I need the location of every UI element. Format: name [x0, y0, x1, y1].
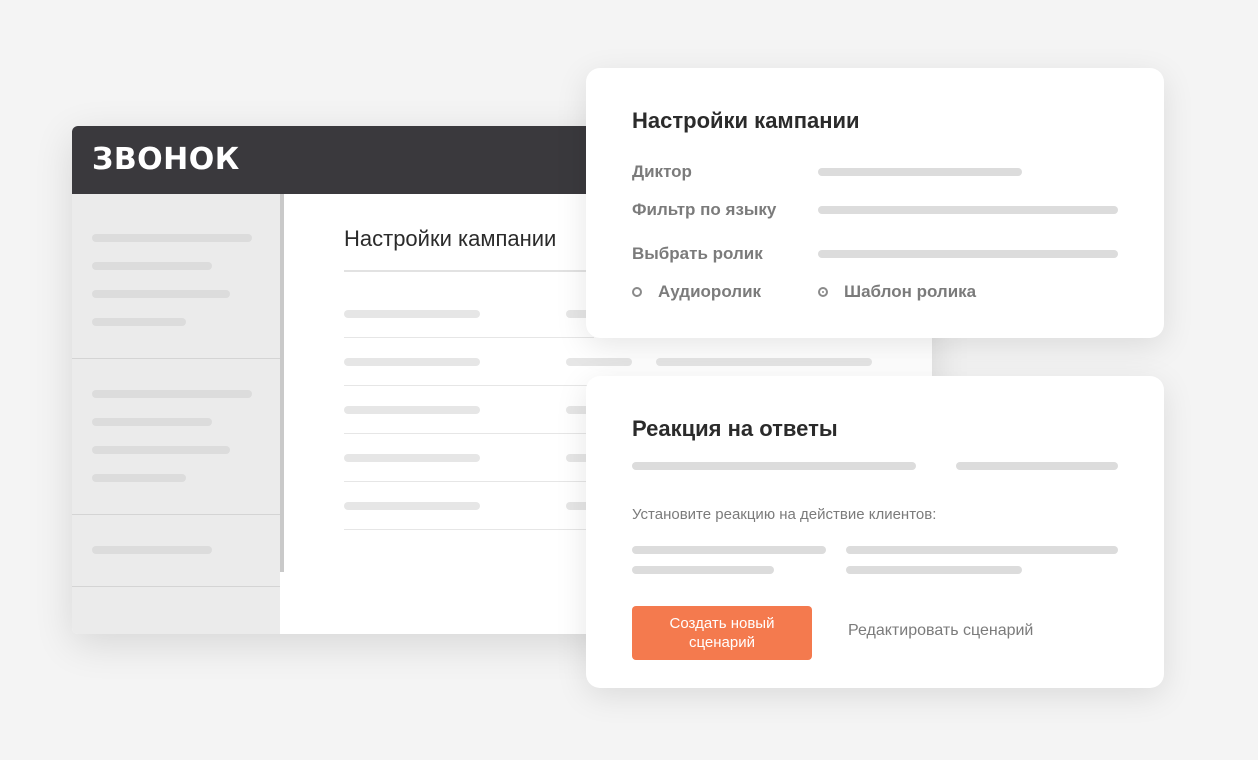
- sidebar-item-placeholder[interactable]: [92, 390, 252, 398]
- row-placeholder: [344, 310, 480, 318]
- campaign-settings-title: Настройки кампании: [632, 108, 860, 133]
- reaction-placeholder: [632, 546, 826, 554]
- row-placeholder: [344, 358, 480, 366]
- page-title: Настройки кампании: [344, 226, 557, 251]
- row-placeholder: [344, 502, 480, 510]
- responses-title: Реакция на ответы: [632, 416, 838, 441]
- row-placeholder: [566, 358, 632, 366]
- clip-template-radio[interactable]: [818, 287, 828, 297]
- title-underline: [344, 270, 594, 272]
- language-filter-label: Фильтр по языку: [632, 200, 777, 219]
- sidebar-item-placeholder[interactable]: [92, 290, 230, 298]
- sidebar-divider: [72, 586, 280, 587]
- row-divider: [344, 337, 594, 338]
- choose-clip-label: Выбрать ролик: [632, 244, 763, 263]
- row-divider: [344, 481, 594, 482]
- sidebar-item-placeholder[interactable]: [92, 474, 186, 482]
- responses-card: Реакция на ответы Установите реакцию на …: [586, 376, 1164, 688]
- audio-clip-radio[interactable]: [632, 287, 642, 297]
- sidebar-item-placeholder[interactable]: [92, 418, 212, 426]
- create-scenario-button[interactable]: Создать новый сценарий: [632, 606, 812, 660]
- row-divider: [344, 529, 594, 530]
- responses-placeholder: [632, 462, 916, 470]
- audio-clip-label[interactable]: Аудиоролик: [658, 282, 761, 302]
- row-placeholder: [344, 454, 480, 462]
- responses-placeholder: [956, 462, 1118, 470]
- sidebar: [72, 194, 280, 634]
- row-placeholder: [656, 358, 872, 366]
- row-divider: [344, 385, 594, 386]
- sidebar-divider: [72, 514, 280, 515]
- sidebar-item-placeholder[interactable]: [92, 446, 230, 454]
- edit-scenario-link[interactable]: Редактировать сценарий: [848, 622, 1033, 640]
- logo: ЗВОНОК: [92, 142, 240, 177]
- row-divider: [344, 433, 594, 434]
- choose-clip-select[interactable]: [818, 250, 1118, 258]
- sidebar-item-placeholder[interactable]: [92, 234, 252, 242]
- speaker-select[interactable]: [818, 168, 1022, 176]
- speaker-label: Диктор: [632, 162, 692, 181]
- reaction-placeholder: [632, 566, 774, 574]
- responses-hint: Установите реакцию на действие клиентов:: [632, 506, 937, 523]
- language-filter-select[interactable]: [818, 206, 1118, 214]
- clip-template-label[interactable]: Шаблон ролика: [844, 282, 976, 302]
- sidebar-divider: [72, 358, 280, 359]
- reaction-placeholder: [846, 546, 1118, 554]
- sidebar-item-placeholder[interactable]: [92, 546, 212, 554]
- reaction-placeholder: [846, 566, 1022, 574]
- sidebar-item-placeholder[interactable]: [92, 318, 186, 326]
- campaign-settings-card: Настройки кампании Диктор Фильтр по язык…: [586, 68, 1164, 338]
- sidebar-scrollbar[interactable]: [280, 194, 284, 572]
- sidebar-item-placeholder[interactable]: [92, 262, 212, 270]
- row-placeholder: [344, 406, 480, 414]
